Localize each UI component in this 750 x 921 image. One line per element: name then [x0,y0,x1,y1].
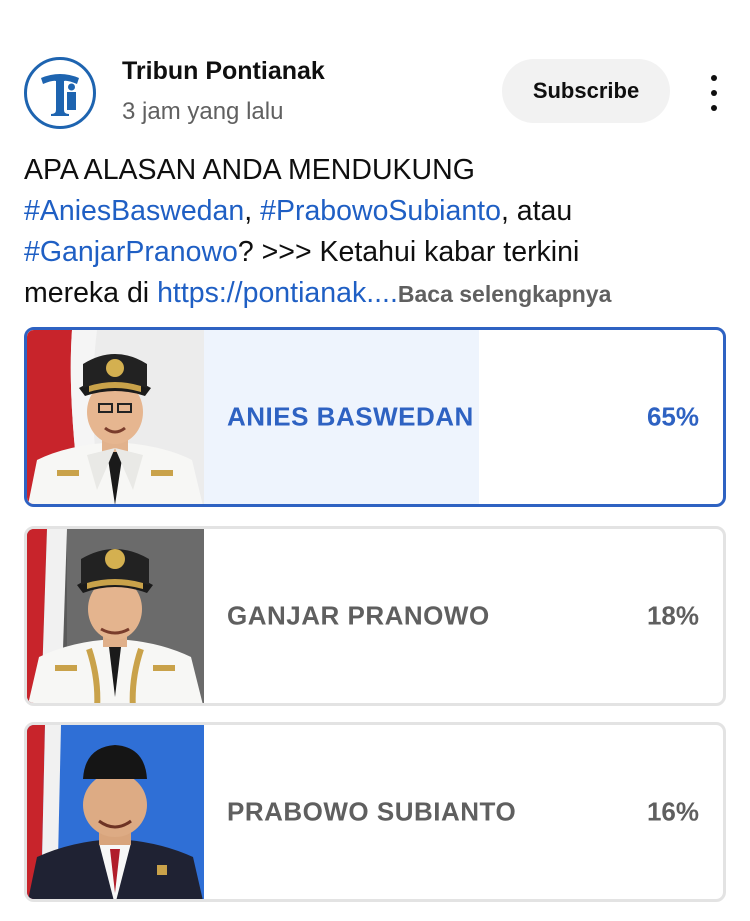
poll-option-label: ANIES BASWEDAN [227,401,474,432]
tribun-logo-icon [41,74,79,116]
poll-option-ganjar[interactable]: GANJAR PRANOWO 18% [24,526,726,706]
post-text-separator: , [244,195,261,227]
post-text-line: APA ALASAN ANDA MENDUKUNG [24,154,475,186]
candidate-photo-ganjar [27,529,204,703]
post-link[interactable]: https://pontianak.... [157,277,398,309]
post-header: Tribun Pontianak 3 jam yang lalu Subscri… [24,55,726,129]
post-text-separator: , atau [500,195,573,227]
poll-option-percent: 65% [646,401,699,432]
poll-option-anies[interactable]: ANIES BASWEDAN 65% [24,327,726,507]
poll-option-percent: 18% [646,600,699,631]
post-timestamp: 3 jam yang lalu [122,98,284,125]
candidate-photo-anies [27,330,204,504]
candidate-photo-prabowo [27,725,204,899]
poll-option-prabowo[interactable]: PRABOWO SUBIANTO 16% [24,722,726,902]
hashtag-ganjar[interactable]: #GanjarPranowo [24,236,238,268]
channel-avatar[interactable] [24,57,96,129]
read-more-link[interactable]: Baca selengkapnya [398,281,612,307]
hashtag-anies[interactable]: #AniesBaswedan [24,195,244,227]
subscribe-button[interactable]: Subscribe [502,59,670,123]
more-vert-icon[interactable] [704,73,724,113]
hashtag-prabowo[interactable]: #PrabowoSubianto [260,195,501,227]
post-text-line: mereka di [24,277,158,309]
poll-option-label: GANJAR PRANOWO [227,600,490,631]
poll-option-percent: 16% [646,796,699,827]
channel-name[interactable]: Tribun Pontianak [122,57,325,86]
poll-option-label: PRABOWO SUBIANTO [227,796,517,827]
post-text-line: ? >>> Ketahui kabar terkini [237,236,580,268]
post-text: APA ALASAN ANDA MENDUKUNG #AniesBaswedan… [24,150,734,315]
